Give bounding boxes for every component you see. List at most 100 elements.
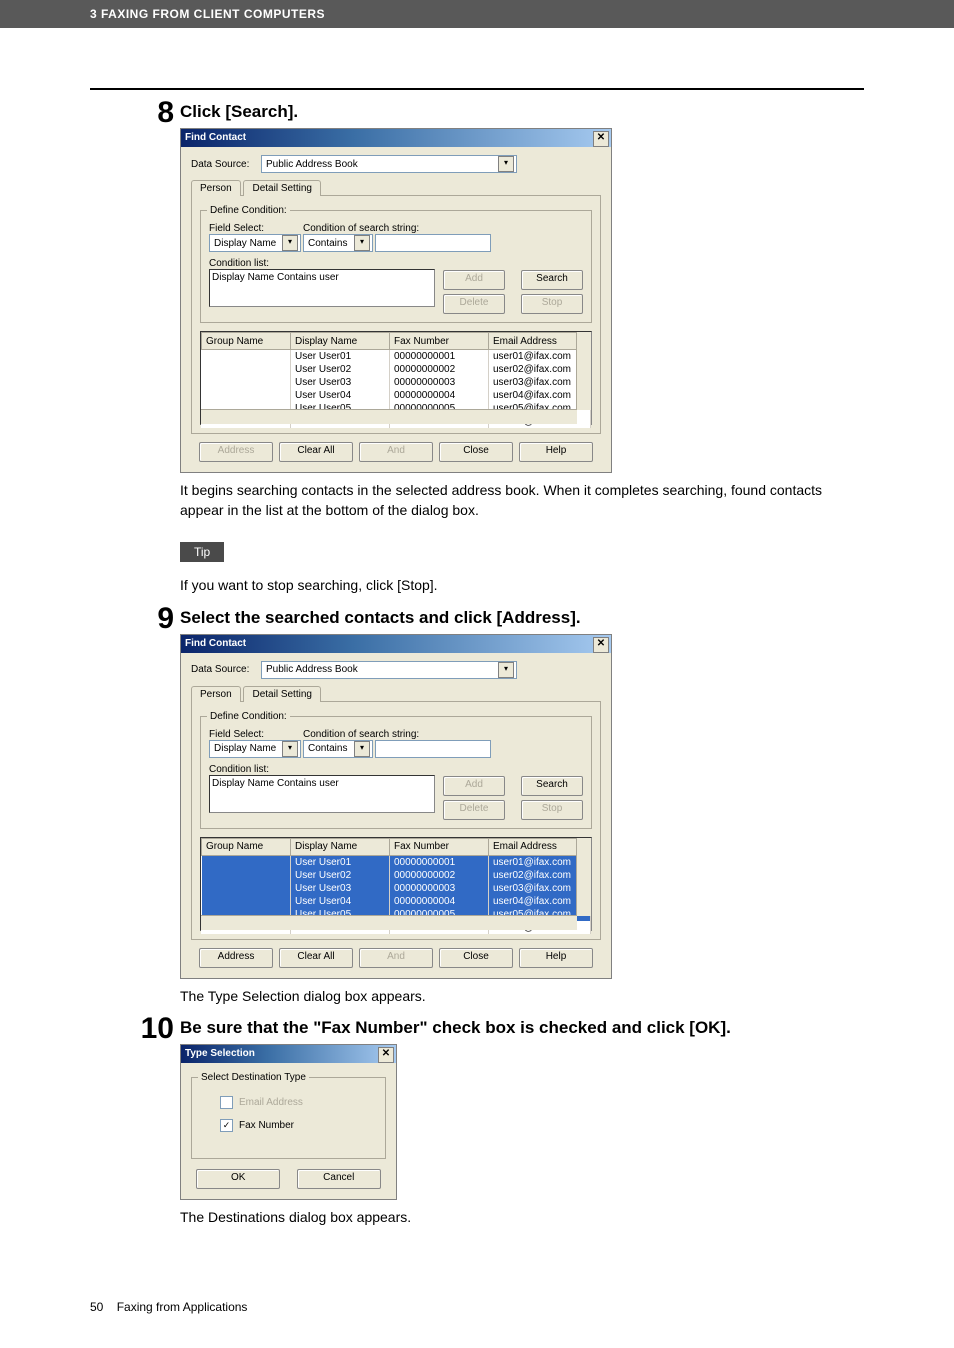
ok-button[interactable]: OK [196, 1169, 280, 1189]
and-button[interactable]: And [359, 442, 433, 462]
add-condition-button[interactable]: Add [443, 776, 505, 796]
tip-text: If you want to stop searching, click [St… [180, 576, 864, 596]
col-fax[interactable]: Fax Number [390, 333, 489, 350]
clear-all-button[interactable]: Clear All [279, 948, 353, 968]
data-source-combo[interactable]: Public Address Book ▾ [261, 155, 517, 173]
table-row[interactable]: User User0200000000002user02@ifax.com [202, 363, 591, 376]
and-button[interactable]: And [359, 948, 433, 968]
condition-string-label: Condition of search string: [303, 729, 491, 740]
search-string-input[interactable] [375, 234, 491, 252]
tip-badge: Tip [180, 542, 224, 562]
select-destination-type-legend: Select Destination Type [198, 1072, 309, 1083]
tab-detail-setting[interactable]: Detail Setting [243, 686, 320, 702]
data-source-combo[interactable]: Public Address Book ▾ [261, 661, 517, 679]
condition-list-label: Condition list: [209, 764, 435, 775]
define-condition-legend: Define Condition: [207, 205, 290, 216]
close-icon[interactable]: ✕ [593, 131, 609, 147]
results-table-container: Group Name Display Name Fax Number Email… [200, 331, 592, 425]
tab-person[interactable]: Person [191, 686, 241, 702]
col-group[interactable]: Group Name [202, 333, 291, 350]
data-source-value: Public Address Book [264, 159, 496, 170]
tab-person[interactable]: Person [191, 180, 241, 196]
stop-button[interactable]: Stop [521, 800, 583, 820]
col-display[interactable]: Display Name [291, 838, 390, 855]
tab-detail-setting[interactable]: Detail Setting [243, 180, 320, 196]
condition-list[interactable]: Display Name Contains user [209, 269, 435, 307]
close-icon[interactable]: ✕ [593, 637, 609, 653]
col-display[interactable]: Display Name [291, 333, 390, 350]
define-condition-legend: Define Condition: [207, 711, 290, 722]
dialog-titlebar: Find Contact ✕ [181, 129, 611, 147]
step-9-description: The Type Selection dialog box appears. [180, 987, 864, 1007]
tab-pane-person: Define Condition: Field Select: Display … [191, 195, 601, 434]
dialog-titlebar: Type Selection ✕ [181, 1045, 396, 1063]
chevron-down-icon: ▾ [354, 741, 370, 757]
condition-entry: Display Name Contains user [212, 272, 432, 283]
address-button[interactable]: Address [199, 948, 273, 968]
fax-number-checkbox-row: ✓ Fax Number [220, 1119, 377, 1132]
find-contact-dialog: Find Contact ✕ Data Source: Public Addre… [180, 128, 612, 473]
table-row[interactable]: User User0300000000003user03@ifax.com [202, 376, 591, 389]
clear-all-button[interactable]: Clear All [279, 442, 353, 462]
condition-string-combo[interactable]: Contains ▾ [303, 234, 373, 252]
search-button[interactable]: Search [521, 270, 583, 290]
type-selection-dialog: Type Selection ✕ Select Destination Type… [180, 1044, 397, 1200]
data-source-label: Data Source: [191, 159, 255, 170]
chapter-header: 3 FAXING FROM CLIENT COMPUTERS [0, 0, 954, 28]
help-button[interactable]: Help [519, 948, 593, 968]
cancel-button[interactable]: Cancel [297, 1169, 381, 1189]
table-row[interactable]: User User0100000000001user01@ifax.com [202, 855, 591, 869]
step-number-8: 8 [128, 96, 174, 130]
step-8-title: Click [Search]. [180, 102, 864, 122]
step-8-description: It begins searching contacts in the sele… [180, 481, 864, 520]
vertical-scrollbar[interactable] [576, 838, 591, 916]
table-row[interactable]: User User0400000000004user04@ifax.com [202, 895, 591, 908]
vertical-scrollbar[interactable] [576, 332, 591, 410]
checkbox-icon[interactable]: ✓ [220, 1119, 233, 1132]
condition-string-combo[interactable]: Contains ▾ [303, 740, 373, 758]
email-address-checkbox-row: Email Address [220, 1096, 377, 1109]
horizontal-scrollbar[interactable] [201, 915, 577, 930]
footer-section: Faxing from Applications [117, 1300, 248, 1314]
table-row[interactable]: User User0400000000004user04@ifax.com [202, 389, 591, 402]
delete-condition-button[interactable]: Delete [443, 294, 505, 314]
condition-list[interactable]: Display Name Contains user [209, 775, 435, 813]
checkbox-icon[interactable] [220, 1096, 233, 1109]
help-button[interactable]: Help [519, 442, 593, 462]
chevron-down-icon: ▾ [282, 741, 298, 757]
select-destination-type-group: Select Destination Type Email Address ✓ … [191, 1077, 386, 1159]
col-group[interactable]: Group Name [202, 838, 291, 855]
define-condition-group: Define Condition: Field Select: Display … [200, 716, 592, 829]
field-select-combo[interactable]: Display Name ▾ [209, 234, 301, 252]
field-select-combo[interactable]: Display Name ▾ [209, 740, 301, 758]
close-icon[interactable]: ✕ [378, 1047, 394, 1063]
stop-button[interactable]: Stop [521, 294, 583, 314]
step-10-title: Be sure that the "Fax Number" check box … [180, 1018, 864, 1038]
table-row[interactable]: User User0200000000002user02@ifax.com [202, 869, 591, 882]
define-condition-group: Define Condition: Field Select: Display … [200, 210, 592, 323]
delete-condition-button[interactable]: Delete [443, 800, 505, 820]
find-contact-dialog-2: Find Contact ✕ Data Source: Public Addre… [180, 634, 612, 979]
dialog-title: Type Selection [185, 1048, 255, 1059]
chevron-down-icon: ▾ [282, 235, 298, 251]
close-button[interactable]: Close [439, 442, 513, 462]
step-9-title: Select the searched contacts and click [… [180, 608, 864, 628]
add-condition-button[interactable]: Add [443, 270, 505, 290]
chevron-down-icon: ▾ [498, 156, 514, 172]
address-button[interactable]: Address [199, 442, 273, 462]
table-row[interactable]: User User0300000000003user03@ifax.com [202, 882, 591, 895]
search-button[interactable]: Search [521, 776, 583, 796]
col-fax[interactable]: Fax Number [390, 838, 489, 855]
chevron-down-icon: ▾ [354, 235, 370, 251]
step-number-9: 9 [128, 602, 174, 636]
table-row[interactable]: User User0100000000001user01@ifax.com [202, 350, 591, 364]
condition-entry: Display Name Contains user [212, 778, 432, 789]
step-10-description: The Destinations dialog box appears. [180, 1208, 864, 1228]
step-number-10: 10 [128, 1012, 174, 1046]
close-button[interactable]: Close [439, 948, 513, 968]
search-string-input[interactable] [375, 740, 491, 758]
page-footer: 50 Faxing from Applications [90, 1300, 247, 1314]
condition-string-value: Contains [306, 238, 352, 249]
field-select-label: Field Select: [209, 729, 297, 740]
horizontal-scrollbar[interactable] [201, 409, 577, 424]
